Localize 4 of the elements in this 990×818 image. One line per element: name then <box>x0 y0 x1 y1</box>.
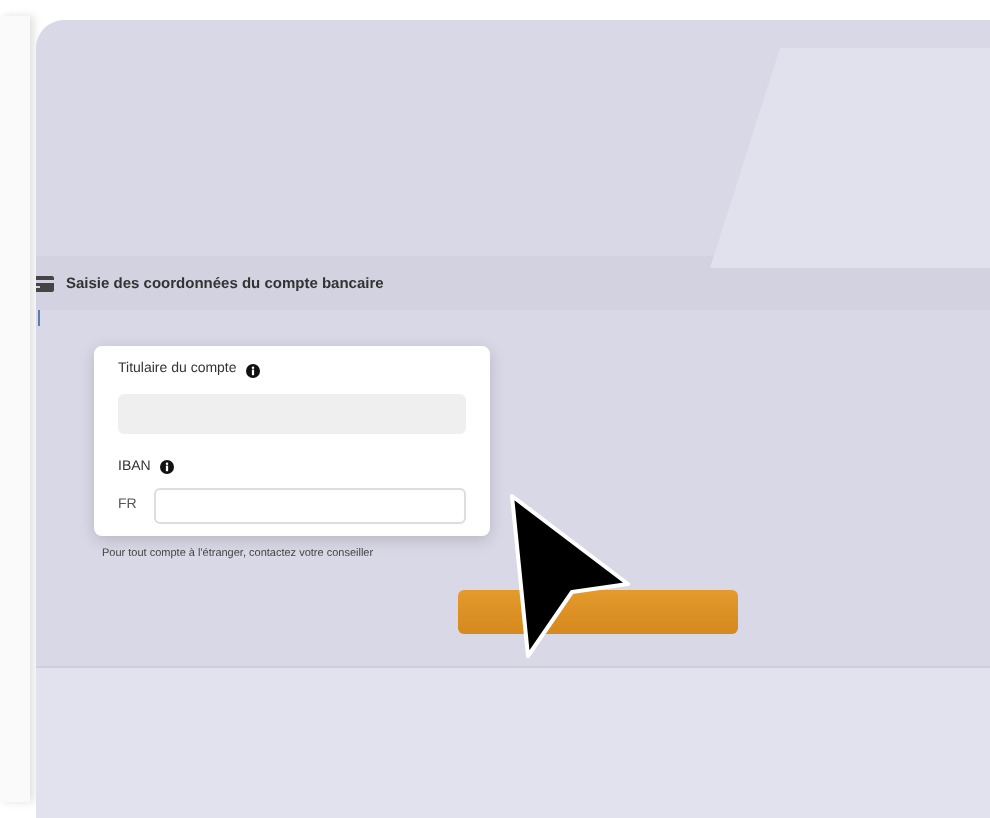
iban-field[interactable] <box>154 488 466 524</box>
text-caret <box>38 310 40 326</box>
info-icon[interactable] <box>160 460 175 475</box>
info-icon[interactable] <box>246 363 261 378</box>
